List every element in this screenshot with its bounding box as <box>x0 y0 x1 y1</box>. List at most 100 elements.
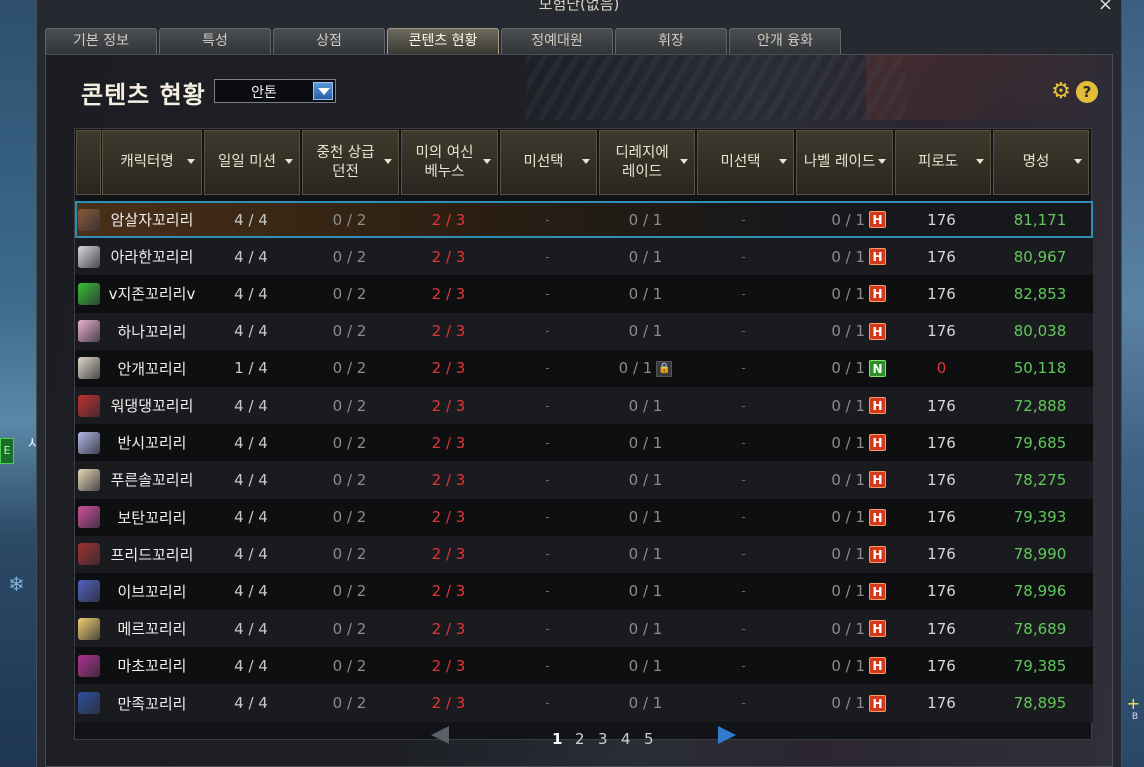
avatar-cell <box>75 654 102 677</box>
avatar-cell <box>75 394 102 417</box>
column-header-nabel-raid[interactable]: 나벨 레이드 <box>796 130 893 195</box>
unselected-2-value: - <box>741 621 746 636</box>
tab-4[interactable]: 정예대원 <box>501 28 613 54</box>
raid-value: 0 / 1 <box>628 582 663 601</box>
avatar-cell <box>75 320 102 343</box>
table-row[interactable]: 메르꼬리리 4 / 40 / 22 / 3-0 / 1-0 / 1 H 176 78,6… <box>75 610 1093 648</box>
daily-mission-value: 4 / 4 <box>234 508 268 527</box>
raid-value: 0 / 1 <box>618 359 653 378</box>
venus-value: 2 / 3 <box>431 284 466 303</box>
close-icon[interactable]: × <box>1098 0 1113 15</box>
character-name: 워댕댕꼬리리 <box>110 397 194 416</box>
avatar <box>77 208 100 231</box>
raid-value: 0 / 1 <box>628 656 663 675</box>
hard-mode-badge: H <box>869 620 886 638</box>
unselected-1-value: - <box>545 361 550 376</box>
dungeon-value: 0 / 2 <box>332 359 367 378</box>
nabel-value: 0 / 1 <box>831 396 865 415</box>
table-row[interactable]: 마초꼬리리 4 / 40 / 22 / 3-0 / 1-0 / 1 H 176 79,3… <box>75 647 1093 685</box>
raid-cell: 0 / 1 <box>597 285 694 303</box>
avatar-cell <box>75 617 102 640</box>
tab-0[interactable]: 기본 정보 <box>45 28 157 54</box>
unselected-2-value: - <box>741 361 746 376</box>
background-scene-left <box>0 0 40 767</box>
table-row[interactable]: 이브꼬리리 4 / 40 / 22 / 3-0 / 1-0 / 1 H 176 78,9… <box>75 572 1093 611</box>
prev-page-arrow-icon[interactable] <box>431 726 449 744</box>
nabel-value: 0 / 1 <box>831 619 865 638</box>
sort-caret-icon <box>779 159 787 164</box>
page-number[interactable]: 3 <box>598 730 608 748</box>
page-number[interactable]: 5 <box>644 730 654 748</box>
gear-icon[interactable]: ⚙ <box>1050 81 1072 103</box>
server-dropdown-value: 안톤 <box>251 85 277 101</box>
fatigue-value: 176 <box>927 284 956 303</box>
raid-value: 0 / 1 <box>628 619 663 638</box>
column-header-dungeon[interactable]: 중천 상급 던전 <box>302 130 399 195</box>
fatigue-value: 0 <box>936 359 947 378</box>
sort-caret-icon <box>582 159 590 164</box>
column-header-unselected-2[interactable]: 미선택 <box>697 130 794 195</box>
column-header-unselected-1[interactable]: 미선택 <box>500 130 597 195</box>
unselected-1-value: - <box>545 435 550 450</box>
page-number[interactable]: 2 <box>575 730 585 748</box>
fame-value: 79,685 <box>1013 433 1067 452</box>
hard-mode-badge: H <box>869 508 886 526</box>
unselected-1-value: - <box>545 286 550 301</box>
raid-value: 0 / 1 <box>628 396 663 415</box>
column-header-character-name[interactable]: 캐릭터명 <box>102 130 202 195</box>
unselected-2-value: - <box>741 324 746 339</box>
page-number[interactable]: 1 <box>552 730 562 748</box>
tab-3[interactable]: 콘텐츠 현황 <box>387 28 499 54</box>
tab-6[interactable]: 안개 융화 <box>729 28 841 54</box>
dungeon-value: 0 / 2 <box>332 508 367 527</box>
plus-icon[interactable]: + <box>1127 694 1140 713</box>
daily-mission-value: 4 / 4 <box>234 396 268 415</box>
column-header-daily-mission[interactable]: 일일 미션 <box>204 130 300 195</box>
table-row[interactable]: 푸른솔꼬리리 4 / 40 / 22 / 3-0 / 1-0 / 1 H 176 78,… <box>75 461 1093 499</box>
help-icon[interactable]: ? <box>1076 81 1098 103</box>
raid-cell: 0 / 1 <box>597 471 694 489</box>
avatar <box>77 692 100 715</box>
sort-caret-icon <box>976 159 984 164</box>
avatar <box>77 357 100 380</box>
venus-value: 2 / 3 <box>431 470 466 489</box>
next-page-arrow-icon[interactable] <box>718 726 736 744</box>
table-row[interactable]: 반시꼬리리 4 / 40 / 22 / 3-0 / 1-0 / 1 H 176 79,6… <box>75 424 1093 462</box>
fame-value: 80,967 <box>1013 247 1067 266</box>
table-row[interactable]: 암살자꼬리리 4 / 40 / 22 / 3-0 / 1-0 / 1 H 176 81,… <box>75 201 1093 239</box>
nabel-value: 0 / 1 <box>831 656 865 675</box>
daily-mission-value: 4 / 4 <box>234 210 268 229</box>
table-row[interactable]: 보탄꼬리리 4 / 40 / 22 / 3-0 / 1-0 / 1 H 176 79,3… <box>75 498 1093 536</box>
nabel-value: 0 / 1 <box>831 582 865 601</box>
table-row[interactable]: v지존꼬리리v 4 / 40 / 22 / 3-0 / 1-0 / 1 H 176 82… <box>75 275 1093 313</box>
chevron-down-icon[interactable] <box>313 82 333 100</box>
server-dropdown[interactable]: 안톤 <box>214 79 336 103</box>
table-row[interactable]: 안개꼬리리 1 / 40 / 22 / 3-0 / 1 🔒 -0 / 1 N 0 50,11… <box>75 349 1093 387</box>
column-header-fatigue[interactable]: 피로도 <box>895 130 991 195</box>
column-header-fame[interactable]: 명성 <box>993 130 1089 195</box>
column-header-venus[interactable]: 미의 여신 베누스 <box>401 130 498 195</box>
tab-2[interactable]: 상점 <box>273 28 385 54</box>
character-name: 만족꼬리리 <box>117 694 187 713</box>
table-row[interactable]: 하나꼬리리 4 / 40 / 22 / 3-0 / 1-0 / 1 H 176 80,0… <box>75 312 1093 350</box>
tab-5[interactable]: 휘장 <box>615 28 727 54</box>
column-header-raid[interactable]: 디레지에 레이드 <box>599 130 695 195</box>
table-row[interactable]: 프리드꼬리리 4 / 40 / 22 / 3-0 / 1-0 / 1 H 176 78,… <box>75 535 1093 573</box>
table-row[interactable]: 만족꼬리리 4 / 40 / 22 / 3-0 / 1-0 / 1 H 176 78,8… <box>75 684 1093 722</box>
fatigue-value: 176 <box>927 433 956 452</box>
raid-cell: 0 / 1 <box>597 694 694 712</box>
nabel-value: 0 / 1 <box>831 359 865 378</box>
page-number[interactable]: 4 <box>621 730 631 748</box>
daily-mission-value: 4 / 4 <box>234 545 268 564</box>
fatigue-value: 176 <box>927 396 956 415</box>
tab-1[interactable]: 특성 <box>159 28 271 54</box>
nabel-value: 0 / 1 <box>831 433 865 452</box>
side-quest-badge[interactable]: E <box>0 438 14 464</box>
avatar <box>77 468 100 491</box>
daily-mission-value: 4 / 4 <box>234 619 268 638</box>
table-row[interactable]: 워댕댕꼬리리 4 / 40 / 22 / 3-0 / 1-0 / 1 H 176 72,… <box>75 386 1093 425</box>
table-row[interactable]: 아라한꼬리리 4 / 40 / 22 / 3-0 / 1-0 / 1 H 176 80,… <box>75 238 1093 276</box>
unselected-1-value: - <box>545 472 550 487</box>
character-name: 아라한꼬리리 <box>110 248 194 267</box>
hard-mode-badge: H <box>869 211 886 229</box>
